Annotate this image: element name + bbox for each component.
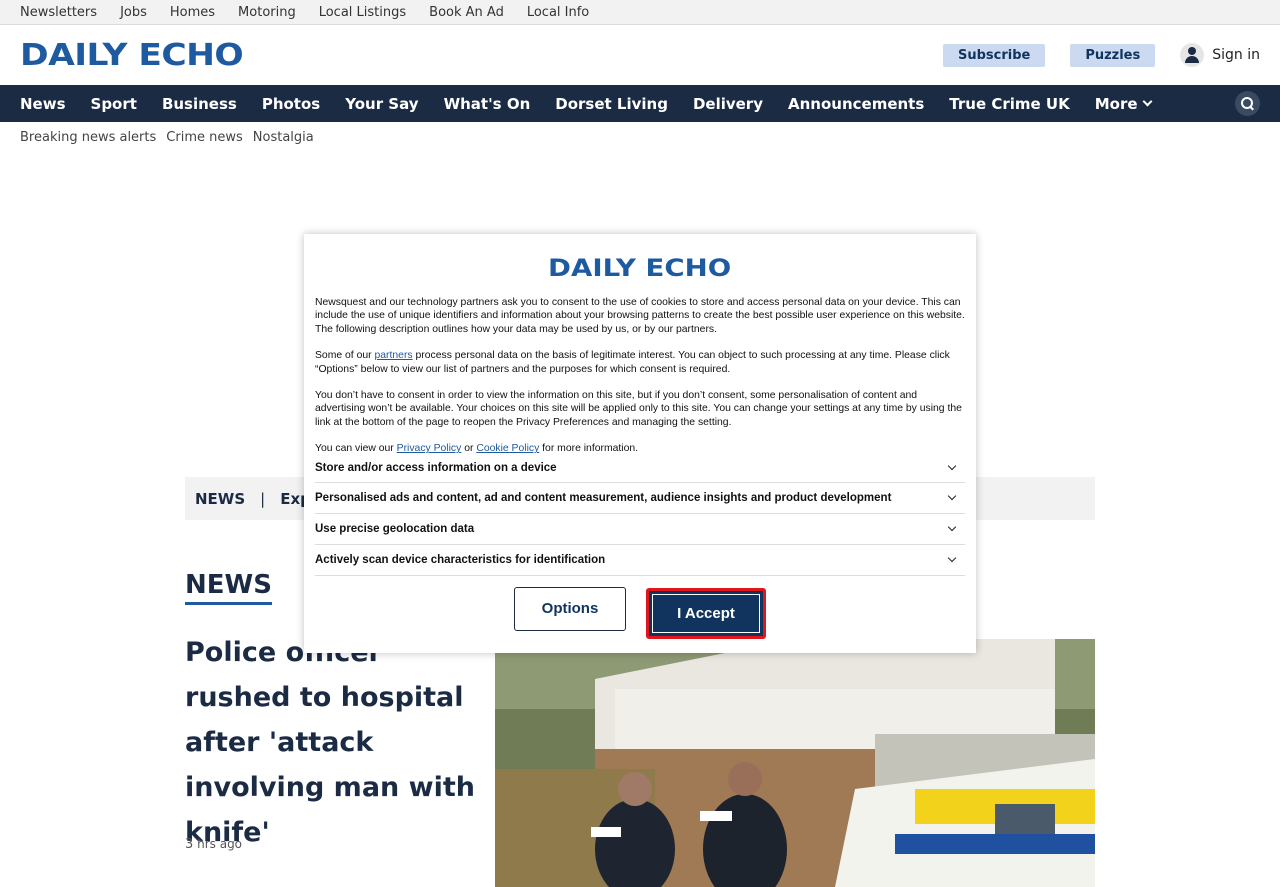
topbar-link-local-listings[interactable]: Local Listings <box>319 5 406 20</box>
article-photo-illustration <box>495 639 1095 887</box>
consent-paragraph-4-mid: or <box>461 443 477 455</box>
nav-item-business[interactable]: Business <box>162 95 237 113</box>
topbar-link-newsletters[interactable]: Newsletters <box>20 5 97 20</box>
partners-link[interactable]: partners <box>375 350 413 361</box>
consent-paragraph-4-pre: You can view our <box>315 443 397 455</box>
subnav-item-crime-news[interactable]: Crime news <box>166 130 242 145</box>
topbar-link-homes[interactable]: Homes <box>170 5 215 20</box>
privacy-policy-link[interactable]: Privacy Policy <box>397 443 462 454</box>
consent-paragraph-4-post: for more information. <box>539 443 639 455</box>
nav-more-label: More <box>1094 94 1138 113</box>
topbar-link-jobs[interactable]: Jobs <box>120 5 147 20</box>
nav-item-your-say[interactable]: Your Say <box>345 95 418 113</box>
purpose-label: Personalised ads and content, ad and con… <box>315 491 892 504</box>
accept-button[interactable]: I Accept <box>646 587 766 639</box>
consent-paragraph-3: You don’t have to consent in order to vi… <box>315 390 962 428</box>
sign-in-link[interactable]: Sign in <box>1180 43 1260 67</box>
subnav-item-breaking-news[interactable]: Breaking news alerts <box>20 130 156 145</box>
purpose-label: Use precise geolocation data <box>315 522 475 535</box>
nav-item-true-crime-uk[interactable]: True Crime UK <box>949 95 1069 113</box>
purpose-item-device-scan[interactable]: Actively scan device characteristics for… <box>315 545 965 576</box>
consent-dialog: DAILY ECHO Newsquest and our technology … <box>304 234 976 653</box>
nav-item-whats-on[interactable]: What's On <box>444 95 531 113</box>
top-utility-bar: Newsletters Jobs Homes Motoring Local Li… <box>0 0 1280 25</box>
chevron-down-icon <box>947 522 957 531</box>
user-icon <box>1180 43 1205 67</box>
purpose-item-store-access[interactable]: Store and/or access information on a dev… <box>315 460 965 483</box>
consent-paragraph-4: You can view our Privacy Policy or Cooki… <box>315 442 965 455</box>
cookie-policy-link[interactable]: Cookie Policy <box>476 443 539 454</box>
nav-more-menu[interactable]: More <box>1094 94 1152 113</box>
consent-paragraph-1: Newsquest and our technology partners as… <box>315 297 965 335</box>
nav-item-delivery[interactable]: Delivery <box>693 95 763 113</box>
nav-item-photos[interactable]: Photos <box>262 95 320 113</box>
article-timestamp: 3 hrs ago <box>185 837 242 852</box>
topbar-link-local-info[interactable]: Local Info <box>527 5 589 20</box>
article-headline[interactable]: Police officer rushed to hospital after … <box>185 630 480 855</box>
consent-paragraph-2-pre: Some of our <box>315 350 375 362</box>
consent-logo-text: DAILY ECHO <box>548 254 732 282</box>
topbar-link-motoring[interactable]: Motoring <box>238 5 296 20</box>
chevron-down-icon <box>947 461 957 470</box>
consent-dialog-logo: DAILY ECHO <box>315 234 965 296</box>
purpose-item-geolocation[interactable]: Use precise geolocation data <box>315 514 965 545</box>
nav-item-news[interactable]: News <box>20 95 66 113</box>
timestamp-unit: hrs ago <box>197 837 243 851</box>
masthead-actions: Subscribe Puzzles Sign in <box>918 43 1260 67</box>
options-button[interactable]: Options <box>514 586 626 631</box>
search-icon[interactable] <box>1235 91 1260 116</box>
chevron-down-icon <box>947 553 957 562</box>
consent-paragraph-2: Some of our partners process personal da… <box>315 349 965 376</box>
subnav-item-nostalgia[interactable]: Nostalgia <box>253 130 314 145</box>
timestamp-number: 3 <box>185 837 194 852</box>
site-logo[interactable]: DAILY ECHO <box>20 38 244 73</box>
purpose-label: Store and/or access information on a dev… <box>315 461 557 474</box>
nav-item-announcements[interactable]: Announcements <box>788 95 924 113</box>
puzzles-button[interactable]: Puzzles <box>1070 43 1156 67</box>
nav-item-dorset-living[interactable]: Dorset Living <box>555 95 668 113</box>
consent-actions: Options I Accept <box>315 586 965 639</box>
purpose-label: Actively scan device characteristics for… <box>315 553 606 566</box>
topbar-link-book-an-ad[interactable]: Book An Ad <box>429 5 504 20</box>
section-bar-separator: | <box>260 489 266 508</box>
sub-nav: Breaking news alerts Crime news Nostalgi… <box>0 122 1280 153</box>
section-heading: NEWS <box>185 570 272 605</box>
article-photo[interactable] <box>495 639 1095 887</box>
main-nav: News Sport Business Photos Your Say What… <box>0 85 1280 122</box>
subscribe-button[interactable]: Subscribe <box>942 43 1046 67</box>
sign-in-label: Sign in <box>1212 47 1260 63</box>
purpose-item-personalised-ads[interactable]: Personalised ads and content, ad and con… <box>315 483 965 514</box>
masthead: DAILY ECHO Subscribe Puzzles Sign in <box>0 25 1280 85</box>
nav-item-sport[interactable]: Sport <box>91 95 137 113</box>
accept-button-label: I Accept <box>652 593 760 633</box>
chevron-down-icon <box>1142 96 1152 107</box>
chevron-down-icon <box>947 491 957 500</box>
section-bar-news[interactable]: NEWS <box>195 490 245 508</box>
